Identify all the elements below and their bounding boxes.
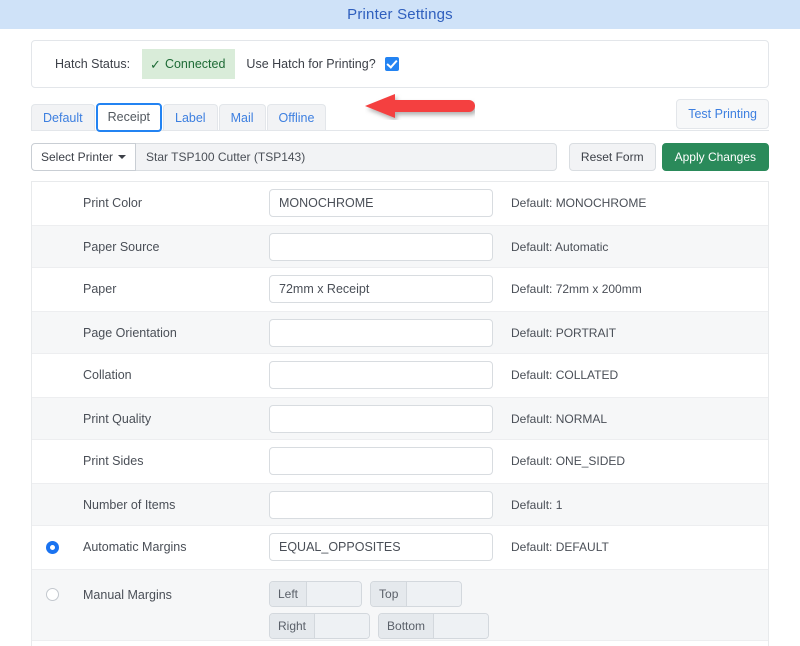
setting-input-cell bbox=[269, 447, 495, 475]
paper-source-input[interactable] bbox=[269, 232, 493, 261]
window-title-bar: Printer Settings bbox=[0, 0, 800, 29]
hatch-status-card: Hatch Status: ✓ Connected Use Hatch for … bbox=[31, 40, 769, 88]
setting-input-cell: MONOCHROME bbox=[269, 189, 495, 217]
table-row: Collation Default: COLLATED bbox=[32, 354, 768, 397]
margin-top-label: Top bbox=[371, 582, 408, 606]
collation-input[interactable] bbox=[269, 361, 493, 389]
print-quality-input[interactable] bbox=[269, 404, 493, 433]
number-of-items-input[interactable] bbox=[269, 490, 493, 519]
printer-select-bar: Select Printer Star TSP100 Cutter (TSP14… bbox=[31, 143, 769, 171]
table-row: Print Quality Default: NORMAL bbox=[32, 397, 768, 440]
setting-input-cell: 72mm x Receipt bbox=[269, 275, 495, 303]
use-hatch-label: Use Hatch for Printing? bbox=[246, 57, 376, 71]
setting-label: Print Quality bbox=[83, 411, 152, 426]
hatch-status-label: Hatch Status: bbox=[55, 57, 131, 71]
page-body: Hatch Status: ✓ Connected Use Hatch for … bbox=[0, 40, 800, 646]
margin-right-label: Right bbox=[270, 614, 316, 638]
setting-default: Default: Automatic bbox=[511, 239, 609, 254]
margin-right-input[interactable] bbox=[315, 614, 370, 638]
setting-input-cell bbox=[269, 404, 495, 433]
test-printing-button[interactable]: Test Printing bbox=[676, 98, 769, 129]
table-row: Number of Items Default: 1 bbox=[32, 483, 768, 526]
settings-tabs: Default Receipt Label Mail Offline Test … bbox=[31, 98, 769, 132]
tab-receipt[interactable]: Receipt bbox=[95, 102, 162, 132]
setting-input-cell bbox=[269, 318, 495, 347]
setting-default: Default: NORMAL bbox=[511, 411, 608, 426]
setting-default: Default: COLLATED bbox=[511, 368, 619, 382]
setting-input-cell bbox=[269, 490, 495, 519]
setting-default: Default: DEFAULT bbox=[511, 540, 609, 554]
margin-right-group: Right bbox=[269, 613, 371, 639]
select-printer-label: Select Printer bbox=[41, 150, 114, 164]
margin-top-input[interactable] bbox=[407, 582, 462, 606]
table-row: Paper Source Default: Automatic bbox=[32, 225, 768, 268]
setting-input-cell bbox=[269, 232, 495, 261]
use-hatch-checkbox[interactable] bbox=[384, 57, 399, 71]
table-row-manual-margins: Manual Margins Left Top Right Bottom bbox=[32, 569, 768, 641]
setting-input-cell: EQUAL_OPPOSITES bbox=[269, 533, 495, 561]
manual-margins-radio[interactable] bbox=[46, 588, 59, 601]
automatic-margins-radio[interactable] bbox=[46, 540, 59, 554]
manual-margins-fields: Left Top Right Bottom bbox=[269, 581, 501, 639]
tab-label[interactable]: Label bbox=[163, 103, 218, 130]
check-icon: ✓ bbox=[150, 56, 161, 72]
setting-default: Default: PORTRAIT bbox=[511, 325, 617, 340]
reset-form-button[interactable]: Reset Form bbox=[568, 143, 656, 171]
table-row: Page Orientation Default: PORTRAIT bbox=[32, 311, 768, 354]
setting-label: Print Color bbox=[83, 196, 143, 210]
print-sides-input[interactable] bbox=[269, 447, 493, 475]
row-radio-cell bbox=[46, 581, 83, 601]
status-badge: ✓ Connected bbox=[142, 49, 236, 79]
table-row: Print Color MONOCHROME Default: MONOCHRO… bbox=[32, 182, 768, 225]
setting-default: Default: MONOCHROME bbox=[511, 196, 647, 210]
table-row-automatic-margins: Automatic Margins EQUAL_OPPOSITES Defaul… bbox=[32, 526, 768, 569]
automatic-margins-input[interactable]: EQUAL_OPPOSITES bbox=[269, 533, 493, 561]
setting-default: Default: 72mm x 200mm bbox=[511, 282, 642, 296]
table-row: Print Sides Default: ONE_SIDED bbox=[32, 440, 768, 483]
settings-table: Print Color MONOCHROME Default: MONOCHRO… bbox=[31, 181, 769, 646]
tab-offline[interactable]: Offline bbox=[266, 103, 327, 130]
page-orientation-input[interactable] bbox=[269, 318, 493, 347]
setting-label: Paper bbox=[83, 282, 117, 296]
setting-label: Manual Margins bbox=[83, 588, 172, 602]
setting-input-cell bbox=[269, 361, 495, 389]
setting-label: Print Sides bbox=[83, 454, 144, 468]
table-row: Paper 72mm x Receipt Default: 72mm x 200… bbox=[32, 268, 768, 311]
margin-left-input[interactable] bbox=[307, 582, 362, 606]
setting-label: Page Orientation bbox=[83, 325, 177, 340]
margin-bottom-group: Bottom bbox=[378, 613, 490, 639]
paper-input[interactable]: 72mm x Receipt bbox=[269, 275, 493, 303]
tab-mail[interactable]: Mail bbox=[218, 103, 266, 130]
setting-label: Paper Source bbox=[83, 239, 160, 254]
margin-top-group: Top bbox=[370, 581, 463, 607]
margin-left-group: Left bbox=[269, 581, 363, 607]
select-printer-dropdown[interactable]: Select Printer bbox=[31, 143, 137, 171]
status-badge-text: Connected bbox=[164, 57, 226, 71]
margin-left-label: Left bbox=[270, 582, 308, 606]
margin-bottom-label: Bottom bbox=[379, 614, 435, 638]
apply-changes-button[interactable]: Apply Changes bbox=[661, 143, 769, 171]
setting-label: Collation bbox=[83, 368, 132, 382]
setting-default: Default: ONE_SIDED bbox=[511, 454, 626, 468]
chevron-down-icon bbox=[118, 155, 127, 159]
margin-bottom-input[interactable] bbox=[434, 614, 489, 638]
row-radio-cell bbox=[46, 540, 83, 554]
print-color-input[interactable]: MONOCHROME bbox=[269, 189, 493, 217]
selected-printer-field[interactable]: Star TSP100 Cutter (TSP143) bbox=[136, 143, 557, 171]
setting-default: Default: 1 bbox=[511, 497, 563, 512]
setting-label: Number of Items bbox=[83, 497, 176, 512]
page-title: Printer Settings bbox=[347, 6, 453, 23]
setting-label: Automatic Margins bbox=[83, 540, 187, 554]
tab-default[interactable]: Default bbox=[31, 103, 95, 130]
